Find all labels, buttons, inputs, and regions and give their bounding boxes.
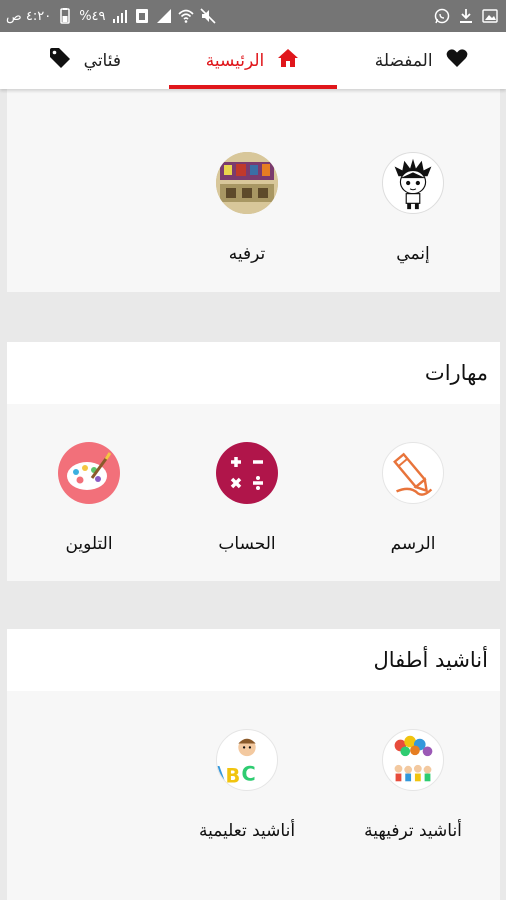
sim-icon [134, 8, 150, 24]
section-card-1: إنمي ترفيه [7, 89, 500, 292]
category-item-educational-songs[interactable]: A B C أناشيد تعليمية [172, 729, 322, 841]
category-item-coloring[interactable]: التلوين [14, 442, 164, 554]
kids-balloons-thumbnail [382, 729, 444, 791]
section-kids-songs-grid: أناشيد ترفيهية A B C أناشيد تعليمية [7, 691, 500, 900]
tab-home-label: الرئيسية [205, 50, 265, 71]
signal-icon-2 [156, 8, 172, 24]
entertainment-collage-thumbnail [216, 152, 278, 214]
category-label-coloring: التلوين [65, 534, 113, 554]
pencil-drawing-icon [382, 442, 444, 504]
svg-text:C: C [242, 762, 256, 785]
category-item-math[interactable]: الحساب [172, 442, 322, 554]
status-time: ٤:٢٠ ص [6, 8, 52, 24]
category-item-anime[interactable]: إنمي [338, 152, 488, 264]
paint-palette-icon [58, 442, 120, 504]
tab-favorites[interactable]: المفضلة [337, 32, 506, 89]
category-item-entertainment[interactable]: ترفيه [172, 152, 322, 264]
tab-categories[interactable]: فئاتي [0, 32, 169, 89]
abc-kid-thumbnail: A B C [216, 729, 278, 791]
status-bar: ٤:٢٠ ص %٤٩ [0, 0, 506, 32]
download-icon [458, 8, 474, 24]
home-icon [276, 46, 300, 75]
section-1-grid: إنمي ترفيه [7, 89, 500, 292]
tab-bar: فئاتي الرئيسية المفضلة [0, 32, 506, 89]
tag-icon [48, 46, 72, 75]
home-content[interactable]: إنمي ترفيه مهارات الرسم الحساب التلوين أ… [0, 89, 506, 900]
section-title-skills: مهارات [7, 342, 500, 404]
math-operators-icon [216, 442, 278, 504]
mute-icon [199, 8, 216, 24]
section-title-kids-songs: أناشيد أطفال [7, 629, 500, 691]
category-label-drawing: الرسم [390, 534, 436, 554]
category-label-educational-songs: أناشيد تعليمية [198, 821, 296, 841]
battery-icon [57, 8, 73, 24]
anime-boy-thumbnail [382, 152, 444, 214]
category-label-anime: إنمي [396, 244, 430, 264]
heart-icon [445, 46, 469, 75]
image-icon [482, 8, 498, 24]
tab-categories-label: فئاتي [83, 50, 121, 71]
section-skills-grid: الرسم الحساب التلوين [7, 404, 500, 581]
whatsapp-icon [434, 8, 450, 24]
category-label-fun-songs: أناشيد ترفيهية [364, 821, 462, 841]
tab-home[interactable]: الرئيسية [168, 32, 338, 89]
category-label-entertainment: ترفيه [228, 244, 266, 264]
category-label-math: الحساب [218, 534, 276, 554]
category-item-drawing[interactable]: الرسم [338, 442, 488, 554]
svg-text:B: B [225, 764, 240, 787]
category-item-fun-songs[interactable]: أناشيد ترفيهية [338, 729, 488, 841]
section-card-kids-songs: أناشيد أطفال أناشيد ترفيهية B C أناشيد ت… [7, 629, 500, 900]
section-card-skills: مهارات الرسم الحساب التلوين [7, 342, 500, 581]
battery-percent: %٤٩ [79, 8, 106, 24]
signal-icon [112, 8, 128, 24]
wifi-icon [177, 8, 194, 24]
tab-favorites-label: المفضلة [374, 50, 433, 71]
svg-text:A: A [217, 762, 225, 785]
